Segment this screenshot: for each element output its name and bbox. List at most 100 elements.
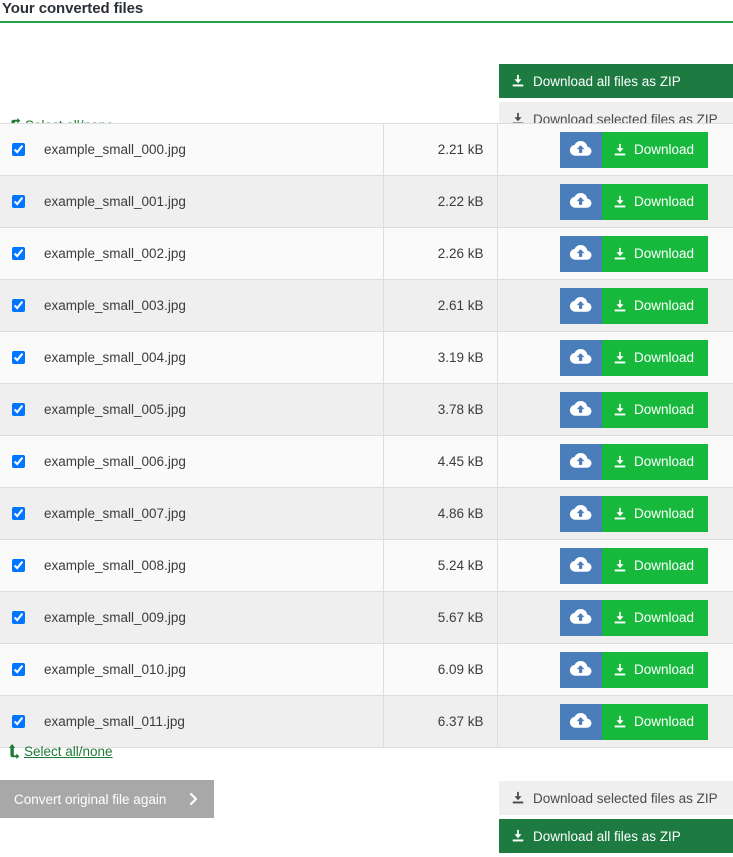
download-file-button[interactable]: Download [601, 443, 708, 480]
file-select-checkbox[interactable] [12, 663, 25, 676]
download-icon [613, 351, 627, 365]
download-file-button[interactable]: Download [601, 287, 708, 324]
download-icon [613, 559, 627, 573]
file-name-cell: example_small_006.jpg [0, 435, 383, 488]
file-name-cell: example_small_008.jpg [0, 539, 383, 592]
cloud-upload-button[interactable] [559, 495, 602, 532]
cloud-upload-button[interactable] [559, 287, 602, 324]
file-select-checkbox[interactable] [12, 143, 25, 156]
file-size-label: 2.26 kB [437, 246, 484, 261]
file-select-checkbox[interactable] [12, 351, 25, 364]
file-size-label: 2.22 kB [437, 194, 484, 209]
file-select-checkbox[interactable] [12, 715, 25, 728]
file-name-cell: example_small_005.jpg [0, 383, 383, 436]
file-select-checkbox[interactable] [12, 611, 25, 624]
download-file-label: Download [633, 194, 694, 209]
download-file-label: Download [633, 662, 694, 677]
cloud-upload-icon [569, 608, 592, 628]
bottom-zip-button-group: Download selected files as ZIP Download … [499, 781, 733, 853]
cloud-upload-icon [569, 348, 592, 368]
file-name-cell: example_small_004.jpg [0, 331, 383, 384]
download-file-button[interactable]: Download [601, 651, 708, 688]
cloud-upload-button[interactable] [559, 183, 602, 220]
file-size-cell: 3.78 kB [382, 383, 498, 436]
download-all-zip-button-bottom[interactable]: Download all files as ZIP [499, 819, 733, 853]
download-icon [613, 403, 627, 417]
cloud-upload-button[interactable] [559, 599, 602, 636]
file-select-checkbox[interactable] [12, 195, 25, 208]
download-file-button[interactable]: Download [601, 391, 708, 428]
file-select-checkbox[interactable] [12, 507, 25, 520]
file-select-checkbox[interactable] [12, 559, 25, 572]
table-row: example_small_008.jpg 5.24 kB Download [0, 539, 733, 592]
cloud-upload-button[interactable] [559, 339, 602, 376]
file-name-label: example_small_006.jpg [44, 454, 186, 469]
download-icon [613, 143, 627, 157]
file-name-label: example_small_002.jpg [44, 246, 186, 261]
file-size-cell: 6.37 kB [382, 695, 498, 748]
download-file-label: Download [633, 246, 694, 261]
table-row: example_small_000.jpg 2.21 kB Download [0, 123, 733, 176]
file-select-checkbox[interactable] [12, 247, 25, 260]
file-size-cell: 2.61 kB [382, 279, 498, 332]
file-actions-cell: Download [497, 487, 733, 540]
download-file-label: Download [633, 558, 694, 573]
file-size-cell: 5.67 kB [382, 591, 498, 644]
download-all-zip-button-top[interactable]: Download all files as ZIP [499, 64, 733, 98]
file-size-cell: 2.21 kB [382, 123, 498, 176]
file-size-cell: 6.09 kB [382, 643, 498, 696]
file-size-cell: 4.86 kB [382, 487, 498, 540]
cloud-upload-button[interactable] [559, 703, 602, 740]
cloud-upload-button[interactable] [559, 131, 602, 168]
file-size-label: 6.09 kB [437, 662, 484, 677]
download-file-button[interactable]: Download [601, 599, 708, 636]
file-size-label: 2.61 kB [437, 298, 484, 313]
download-file-button[interactable]: Download [601, 547, 708, 584]
converted-files-table-body: example_small_000.jpg 2.21 kB Download exam… [0, 123, 733, 748]
cloud-upload-button[interactable] [559, 443, 602, 480]
cloud-upload-icon [569, 140, 592, 160]
table-row: example_small_005.jpg 3.78 kB Download [0, 383, 733, 436]
cloud-upload-button[interactable] [559, 651, 602, 688]
select-all-none-row-bottom: Select all/none [9, 744, 113, 759]
download-file-label: Download [633, 402, 694, 417]
table-row: example_small_010.jpg 6.09 kB Download [0, 643, 733, 696]
download-icon [511, 74, 525, 88]
file-size-cell: 2.22 kB [382, 175, 498, 228]
cloud-upload-button[interactable] [559, 235, 602, 272]
file-actions-cell: Download [497, 331, 733, 384]
chevron-right-icon [188, 792, 200, 806]
file-actions-cell: Download [497, 435, 733, 488]
file-actions-cell: Download [497, 643, 733, 696]
download-icon [613, 663, 627, 677]
download-icon [613, 195, 627, 209]
table-row: example_small_006.jpg 4.45 kB Download [0, 435, 733, 488]
download-icon [511, 829, 525, 843]
file-name-cell: example_small_000.jpg [0, 123, 383, 176]
download-selected-zip-button-bottom[interactable]: Download selected files as ZIP [499, 781, 733, 815]
file-select-checkbox[interactable] [12, 403, 25, 416]
download-file-button[interactable]: Download [601, 703, 708, 740]
file-name-cell: example_small_002.jpg [0, 227, 383, 280]
page-title: Your converted files [2, 0, 144, 17]
download-icon [511, 791, 525, 805]
download-file-button[interactable]: Download [601, 183, 708, 220]
download-file-button[interactable]: Download [601, 131, 708, 168]
cloud-upload-button[interactable] [559, 547, 602, 584]
download-file-button[interactable]: Download [601, 339, 708, 376]
download-icon [613, 299, 627, 313]
table-row: example_small_009.jpg 5.67 kB Download [0, 591, 733, 644]
file-select-checkbox[interactable] [12, 299, 25, 312]
file-name-label: example_small_008.jpg [44, 558, 186, 573]
file-name-cell: example_small_003.jpg [0, 279, 383, 332]
convert-original-again-button[interactable]: Convert original file again [0, 780, 215, 818]
file-select-checkbox[interactable] [12, 455, 25, 468]
download-file-button[interactable]: Download [601, 235, 708, 272]
download-file-label: Download [633, 610, 694, 625]
download-file-button[interactable]: Download [601, 495, 708, 532]
file-name-label: example_small_010.jpg [44, 662, 186, 677]
cloud-upload-button[interactable] [559, 391, 602, 428]
file-name-cell: example_small_010.jpg [0, 643, 383, 696]
download-file-label: Download [633, 298, 694, 313]
select-all-none-link-bottom[interactable]: Select all/none [24, 744, 113, 759]
